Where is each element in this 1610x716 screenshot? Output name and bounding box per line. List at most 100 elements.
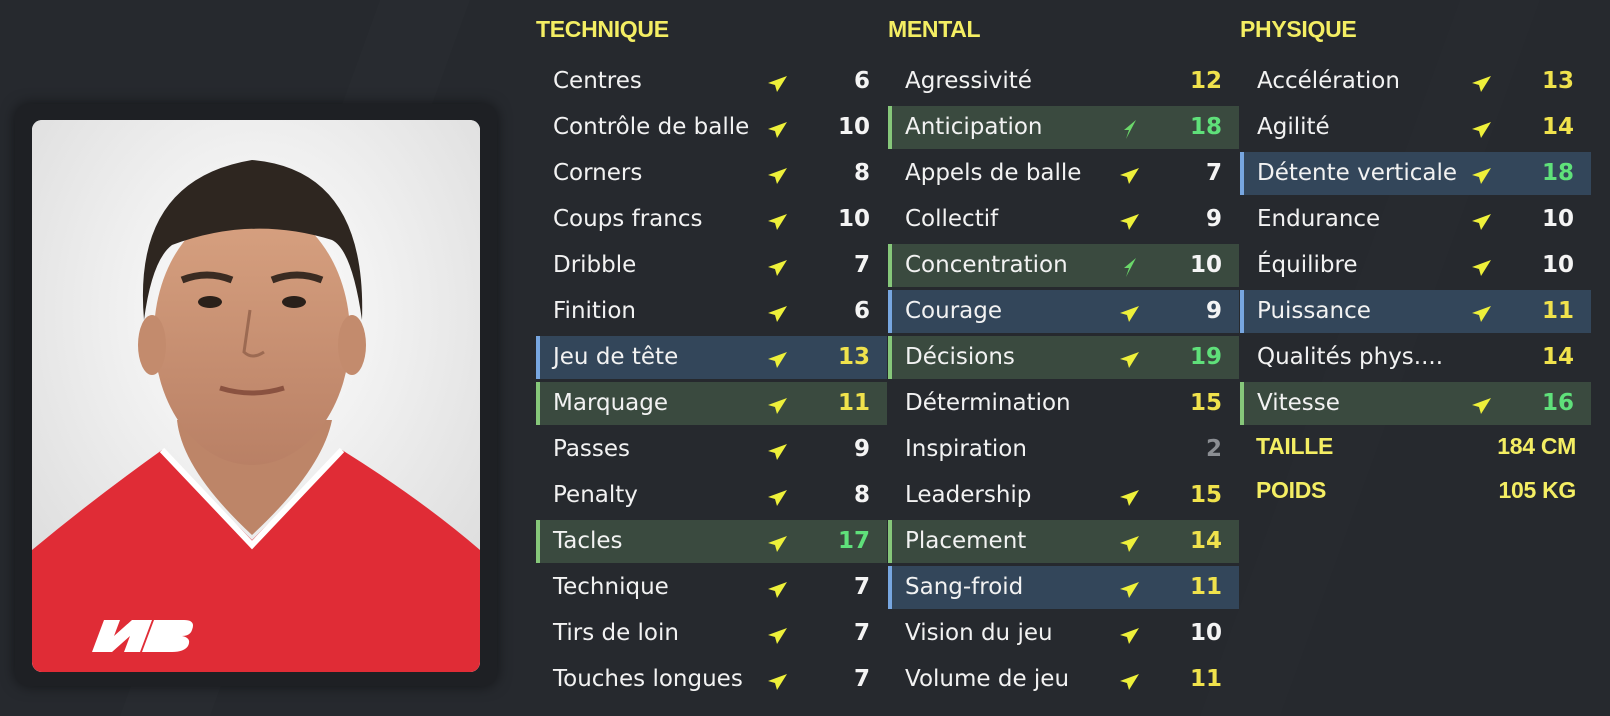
- attribute-label: Penalty: [553, 482, 638, 508]
- attribute-row[interactable]: Penalty 8: [536, 474, 887, 520]
- attribute-row[interactable]: Finition 6: [536, 290, 887, 336]
- trend-arrow-icon: [1120, 352, 1139, 368]
- trend-arrow-icon: [1124, 258, 1136, 277]
- attribute-row[interactable]: Courage 9: [888, 290, 1239, 336]
- column-title: PHYSIQUE: [1240, 16, 1357, 42]
- attribute-value: 14: [1189, 528, 1222, 554]
- attribute-value: 15: [1189, 482, 1222, 508]
- attribute-row[interactable]: Détermination 15: [888, 382, 1239, 428]
- trend-arrow-icon: [1472, 168, 1491, 184]
- attribute-label: Jeu de tête: [553, 344, 679, 370]
- attribute-row[interactable]: Passes 9: [536, 428, 887, 474]
- attribute-label: Agressivité: [905, 68, 1032, 94]
- attribute-value: 9: [1205, 206, 1222, 232]
- attribute-list: Accélération 13 Agilité 14 Détente verticale…: [1240, 60, 1591, 428]
- attribute-row[interactable]: Coups francs 10: [536, 198, 887, 244]
- attribute-value: 11: [837, 390, 870, 416]
- attribute-label: Corners: [553, 160, 643, 186]
- attribute-value: 10: [1541, 206, 1574, 232]
- attribute-label: Coups francs: [553, 206, 703, 232]
- attribute-row[interactable]: Vitesse 16: [1240, 382, 1591, 428]
- trend-arrow-icon: [1472, 398, 1491, 414]
- attribute-row[interactable]: Jeu de tête 13: [536, 336, 887, 382]
- attribute-label: Sang-froid: [905, 574, 1024, 600]
- attribute-row[interactable]: Vision du jeu 10: [888, 612, 1239, 658]
- attribute-row[interactable]: Corners 8: [536, 152, 887, 198]
- attribute-row[interactable]: Appels de balle 7: [888, 152, 1239, 198]
- attribute-value: 15: [1189, 390, 1222, 416]
- attribute-value: 10: [837, 114, 870, 140]
- attribute-row[interactable]: Agilité 14: [1240, 106, 1591, 152]
- trend-arrow-icon: [768, 398, 787, 414]
- attribute-value: 7: [853, 620, 870, 646]
- attribute-label: Endurance: [1257, 206, 1381, 232]
- attribute-row[interactable]: Technique 7: [536, 566, 887, 612]
- attribute-row[interactable]: Marquage 11: [536, 382, 887, 428]
- attribute-row[interactable]: Leadership 15: [888, 474, 1239, 520]
- attribute-label: Agilité: [1257, 114, 1330, 140]
- attribute-row[interactable]: Équilibre 10: [1240, 244, 1591, 290]
- attribute-value: 8: [853, 482, 870, 508]
- attribute-row[interactable]: Collectif 9: [888, 198, 1239, 244]
- attribute-row[interactable]: Inspiration 2: [888, 428, 1239, 474]
- trend-arrow-icon: [1472, 214, 1491, 230]
- attribute-row[interactable]: Détente verticale 18: [1240, 152, 1591, 198]
- trend-arrow-icon: [768, 628, 787, 644]
- attribute-value: 7: [853, 252, 870, 278]
- attribute-label: Détermination: [905, 390, 1071, 416]
- trend-arrow-icon: [768, 168, 787, 184]
- player-photo-frame: [15, 104, 497, 686]
- attribute-value: 17: [837, 528, 870, 554]
- attribute-label: Décisions: [905, 344, 1015, 370]
- attribute-value: 16: [1541, 390, 1574, 416]
- trend-arrow-icon: [1120, 674, 1139, 690]
- attribute-label: Technique: [553, 574, 669, 600]
- attribute-row[interactable]: Tacles 17: [536, 520, 887, 566]
- attribute-value: 10: [1541, 252, 1574, 278]
- player-portrait-image: [32, 120, 480, 672]
- attribute-label: Dribble: [553, 252, 637, 278]
- attribute-row[interactable]: Puissance 11: [1240, 290, 1591, 336]
- attribute-row[interactable]: Tirs de loin 7: [536, 612, 887, 658]
- trend-arrow-icon: [768, 260, 787, 276]
- trend-arrow-icon: [768, 306, 787, 322]
- attribute-label: Vision du jeu: [905, 620, 1053, 646]
- column-technique: TECHNIQUE Centres 6 Contrôle de balle 10 Cor…: [536, 14, 887, 704]
- attribute-row[interactable]: Sang-froid 11: [888, 566, 1239, 612]
- trend-arrow-icon: [1120, 306, 1139, 322]
- attribute-label: Concentration: [905, 252, 1068, 278]
- attribute-label: Finition: [553, 298, 636, 324]
- attribute-row[interactable]: Centres 6: [536, 60, 887, 106]
- attribute-label: Collectif: [905, 206, 999, 232]
- height-info: TAILLE 184 CM: [1256, 433, 1576, 463]
- attribute-row[interactable]: Accélération 13: [1240, 60, 1591, 106]
- attribute-label: Qualités phys....: [1257, 344, 1444, 370]
- attribute-label: Appels de balle: [905, 160, 1082, 186]
- trend-arrow-icon: [1120, 168, 1139, 184]
- trend-arrow-icon: [1472, 260, 1491, 276]
- attribute-row[interactable]: Contrôle de balle 10: [536, 106, 887, 152]
- weight-label: POIDS: [1256, 477, 1327, 503]
- attribute-row[interactable]: Agressivité 12: [888, 60, 1239, 106]
- attribute-row[interactable]: Volume de jeu 11: [888, 658, 1239, 704]
- attribute-row[interactable]: Qualités phys.... 14: [1240, 336, 1591, 382]
- attribute-value: 18: [1541, 160, 1574, 186]
- attribute-value: 11: [1189, 666, 1222, 692]
- attribute-row[interactable]: Endurance 10: [1240, 198, 1591, 244]
- attribute-value: 11: [1189, 574, 1222, 600]
- player-photo: [32, 120, 480, 672]
- attribute-row[interactable]: Décisions 19: [888, 336, 1239, 382]
- trend-arrow-icon: [1120, 536, 1139, 552]
- trend-arrow-icon: [768, 536, 787, 552]
- attribute-row[interactable]: Touches longues 7: [536, 658, 887, 704]
- attribute-value: 12: [1189, 68, 1222, 94]
- attribute-row[interactable]: Concentration 10: [888, 244, 1239, 290]
- attribute-row[interactable]: Placement 14: [888, 520, 1239, 566]
- attribute-label: Détente verticale: [1257, 160, 1457, 186]
- attribute-label: Tacles: [553, 528, 623, 554]
- trend-arrow-icon: [1120, 490, 1139, 506]
- attribute-row[interactable]: Anticipation 18: [888, 106, 1239, 152]
- attribute-row[interactable]: Dribble 7: [536, 244, 887, 290]
- attribute-list: Agressivité 12 Anticipation 18 Appels de bal…: [888, 60, 1239, 704]
- attribute-value: 9: [853, 436, 870, 462]
